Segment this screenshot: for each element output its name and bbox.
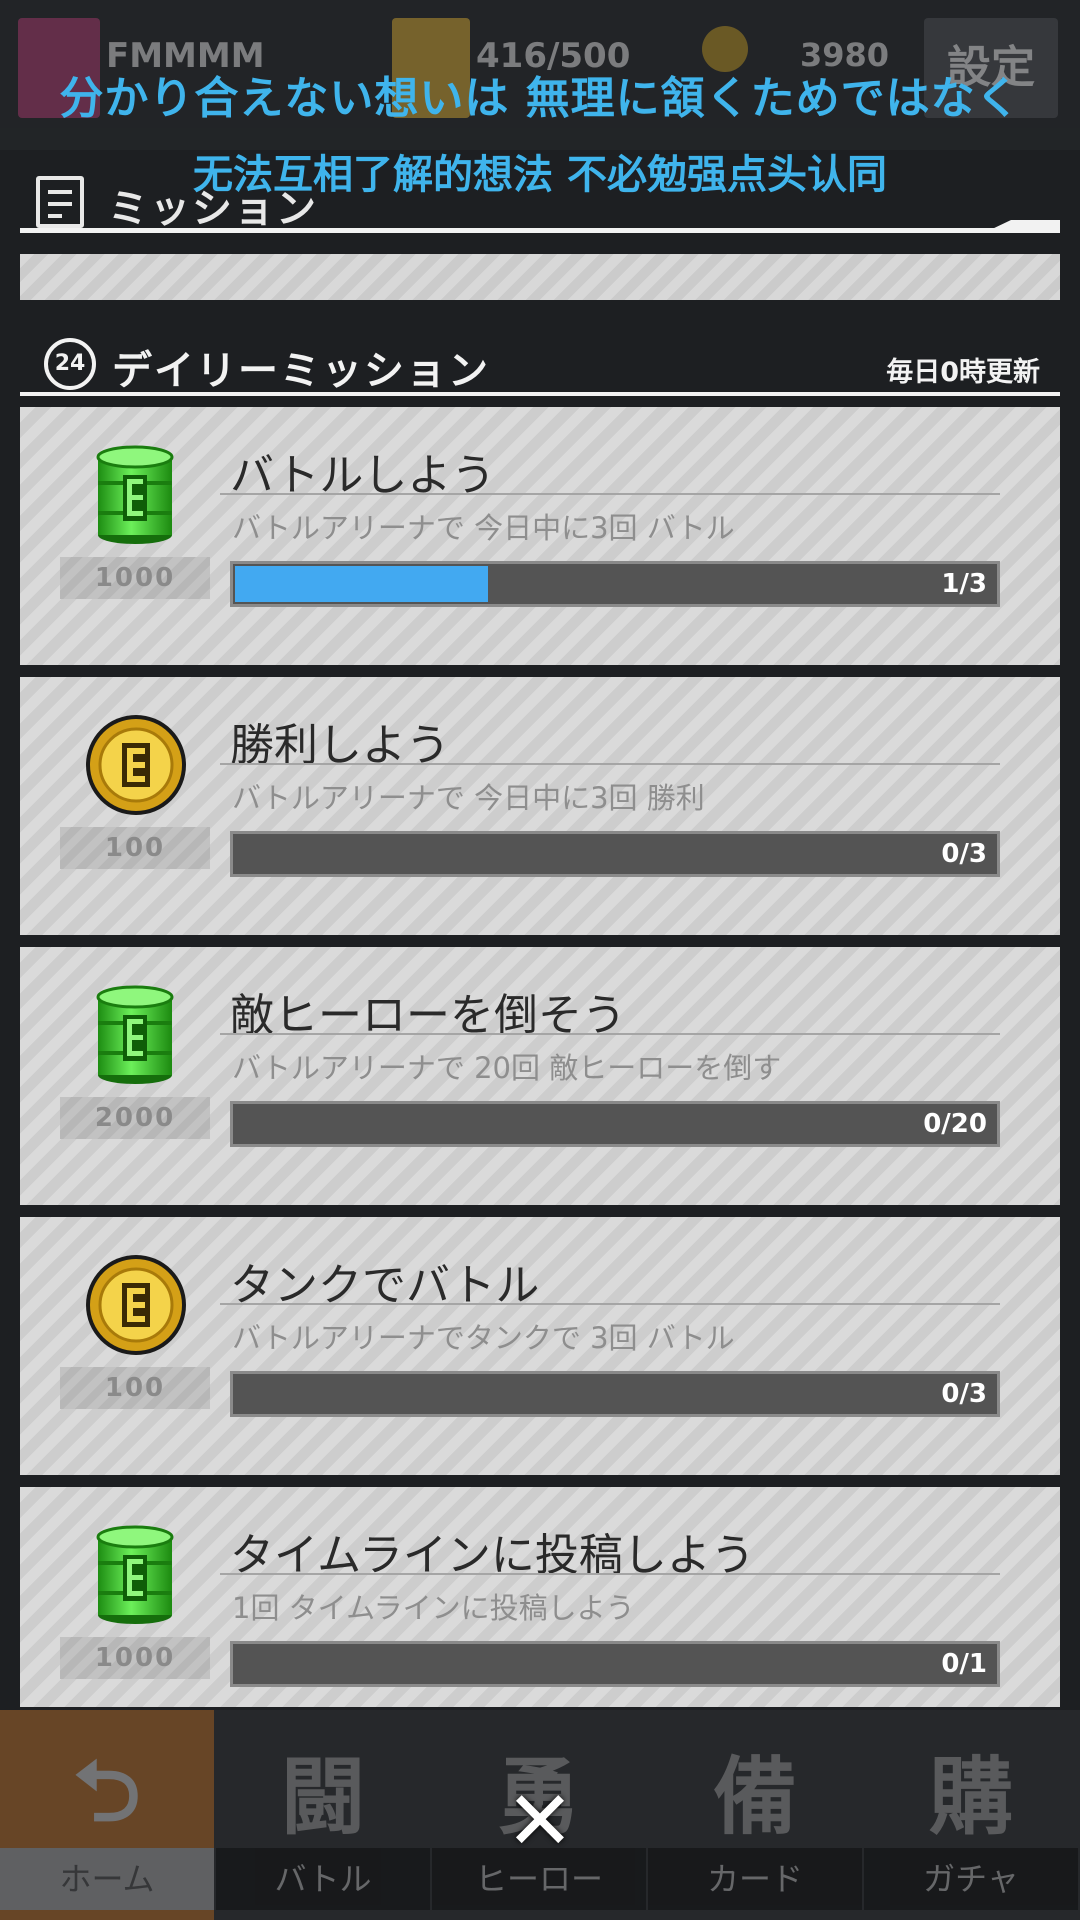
mission-card[interactable]: 2000 敵ヒーローを倒そう バトルアリーナで 20回 敵ヒーローを倒す 0/20 <box>20 947 1060 1205</box>
mission-card[interactable]: 1000 タイムラインに投稿しよう 1回 タイムラインに投稿しよう 0/1 <box>20 1487 1060 1707</box>
daily-refresh-note: 毎日0時更新 <box>886 357 1040 388</box>
nav-gacha[interactable]: 購 ガチャ <box>864 1710 1078 1920</box>
reward-amount: 100 <box>60 1367 210 1409</box>
gold-coin-icon <box>84 713 188 817</box>
mission-divider <box>220 1573 1000 1575</box>
header-divider-accent <box>990 220 1060 230</box>
nav-card-label: カード <box>648 1848 862 1910</box>
page-title: ミッション <box>108 186 318 232</box>
nav-home[interactable]: ⮌ ホーム <box>0 1710 214 1920</box>
close-button[interactable]: ✕ <box>500 1781 580 1863</box>
mission-divider <box>220 763 1000 765</box>
nav-battle[interactable]: 闘 バトル <box>216 1710 430 1920</box>
mission-progress-bar: 0/3 <box>230 1371 1000 1417</box>
mission-description: 1回 タイムラインに投稿しよう <box>232 1591 635 1625</box>
mission-list-icon <box>36 176 84 228</box>
battle-icon: 闘 <box>280 1748 365 1846</box>
reward-amount: 2000 <box>60 1097 210 1139</box>
subtitle-japanese: 分かり合えない想いは 無理に頷くためではなく <box>59 73 1021 124</box>
reward-amount: 1000 <box>60 1637 210 1679</box>
mission-card[interactable]: 100 タンクでバトル バトルアリーナでタンクで 3回 バトル 0/3 <box>20 1217 1060 1475</box>
progress-label: 0/1 <box>941 1649 987 1679</box>
mission-banner <box>20 254 1060 300</box>
reward-amount: 100 <box>60 827 210 869</box>
mission-progress-bar: 0/3 <box>230 831 1000 877</box>
header-divider <box>20 228 1060 233</box>
gacha-icon: 購 <box>928 1748 1013 1846</box>
reward-amount: 1000 <box>60 557 210 599</box>
daily-refresh-icon: 24 <box>44 338 96 390</box>
mission-card[interactable]: 1000 バトルしよう バトルアリーナで 今日中に3回 バトル 1/3 <box>20 407 1060 665</box>
progress-fill <box>235 566 489 602</box>
mission-divider <box>220 1303 1000 1305</box>
progress-label: 1/3 <box>941 569 987 599</box>
progress-label: 0/3 <box>941 1379 987 1409</box>
daily-mission-title: デイリーミッション <box>112 348 490 394</box>
nav-battle-label: バトル <box>216 1848 430 1910</box>
mission-divider <box>220 493 1000 495</box>
green-barrel-icon <box>96 445 174 545</box>
gold-coin-icon <box>84 1253 188 1357</box>
progress-label: 0/20 <box>923 1109 987 1139</box>
progress-label: 0/3 <box>941 839 987 869</box>
green-barrel-icon <box>96 985 174 1085</box>
nav-card[interactable]: 備 カード <box>648 1710 862 1920</box>
nav-gacha-label: ガチャ <box>864 1848 1078 1910</box>
daily-divider <box>20 392 1060 396</box>
mission-card[interactable]: 100 勝利しよう バトルアリーナで 今日中に3回 勝利 0/3 <box>20 677 1060 935</box>
mission-description: バトルアリーナでタンクで 3回 バトル <box>232 1321 735 1355</box>
card-icon: 備 <box>712 1748 797 1846</box>
mission-description: バトルアリーナで 今日中に3回 勝利 <box>232 781 705 815</box>
mission-progress-bar: 0/20 <box>230 1101 1000 1147</box>
nav-home-label: ホーム <box>0 1848 214 1910</box>
green-barrel-icon <box>96 1525 174 1625</box>
mission-progress-bar: 1/3 <box>230 561 1000 607</box>
mission-divider <box>220 1033 1000 1035</box>
mission-description: バトルアリーナで 20回 敵ヒーローを倒す <box>232 1051 782 1085</box>
mission-description: バトルアリーナで 今日中に3回 バトル <box>232 511 735 545</box>
mission-progress-bar: 0/1 <box>230 1641 1000 1687</box>
